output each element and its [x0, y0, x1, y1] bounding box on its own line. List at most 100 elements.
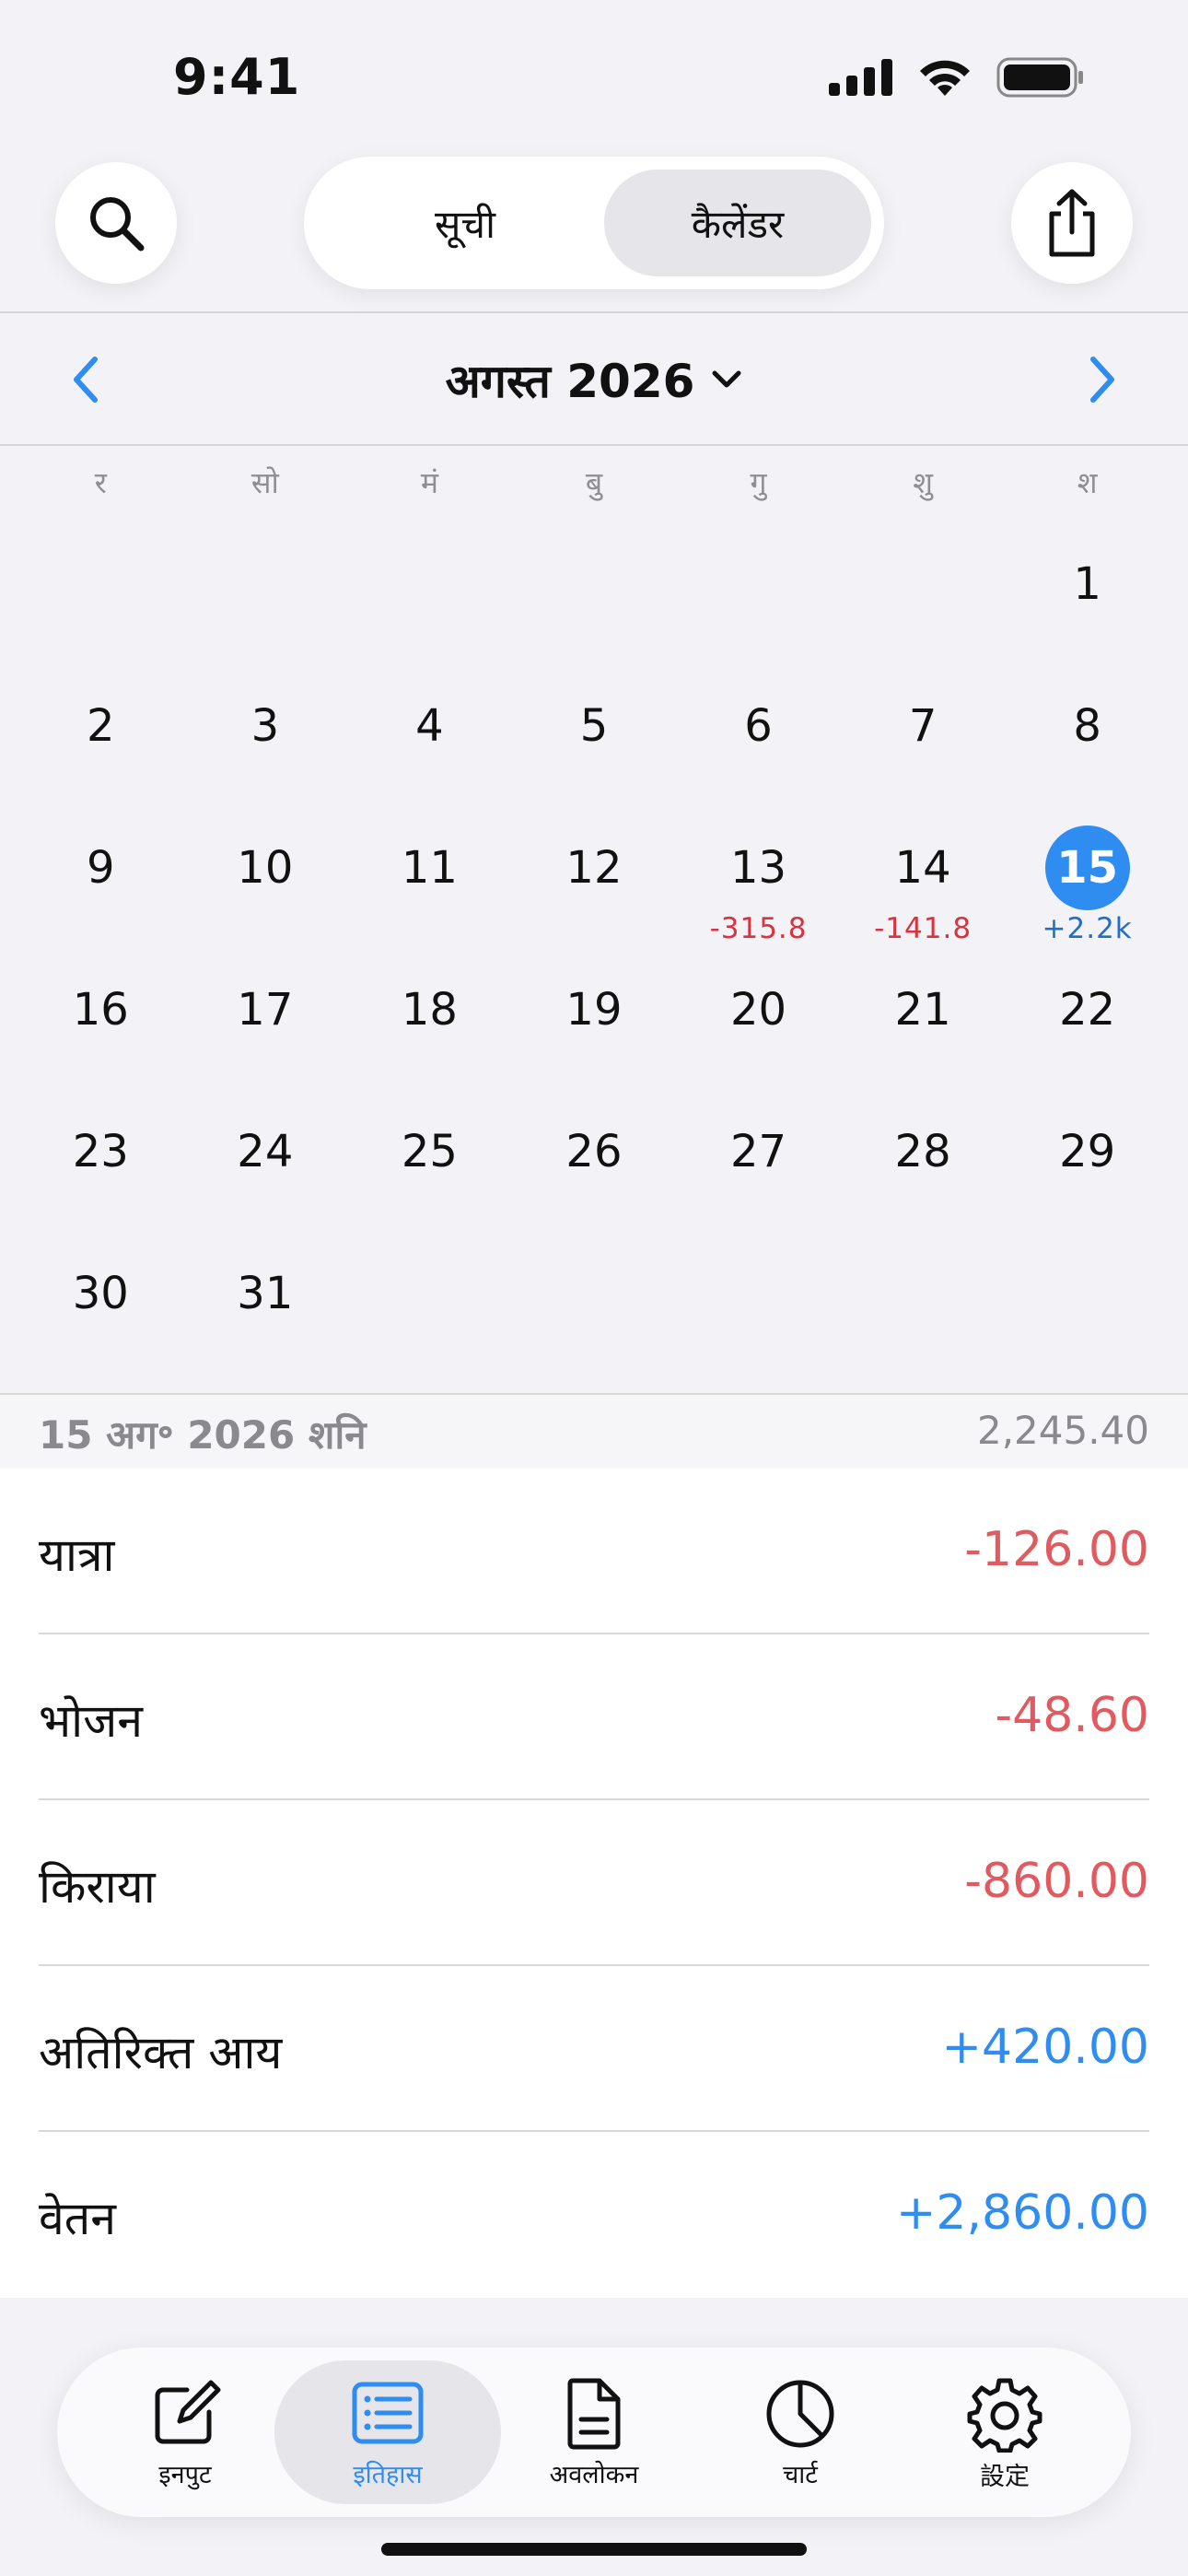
day-number: 24 — [237, 1126, 294, 1177]
month-picker[interactable]: अगस्त 2026 — [0, 348, 1188, 411]
day-number: 25 — [401, 1126, 458, 1177]
calendar-week-row: 23 24 25 26 27 28 29 — [18, 1083, 1170, 1225]
calendar-day-cell[interactable]: 16 — [18, 942, 183, 1083]
day-number: 16 — [72, 984, 129, 1036]
calendar-day-cell[interactable]: 21 — [841, 942, 1006, 1083]
calendar-day-cell[interactable]: 26 — [512, 1083, 677, 1225]
calendar-week-row: 16 17 18 19 20 21 22 — [18, 942, 1170, 1083]
search-icon — [90, 197, 145, 252]
tab-label: इतिहास — [353, 2461, 423, 2489]
calendar-empty-cell — [347, 1225, 512, 1367]
day-number: 5 — [579, 700, 609, 752]
calendar-empty-cell — [676, 516, 841, 658]
calendar-day-cell[interactable]: 11 — [347, 800, 512, 942]
tab-bar: इनपुट इतिहास अवलोकन चार्ट 設定 — [57, 2348, 1131, 2517]
next-month-button[interactable] — [1076, 352, 1131, 407]
transaction-row[interactable]: अतिरिक्त आय +420.00 — [39, 1966, 1149, 2132]
calendar-day-cell[interactable]: 29 — [1005, 1083, 1170, 1225]
calendar-day-cell[interactable]: 31 — [183, 1225, 348, 1367]
calendar-empty-cell — [18, 516, 183, 658]
calendar-day-cell[interactable]: 23 — [18, 1083, 183, 1225]
calendar-day-cell[interactable]: 30 — [18, 1225, 183, 1367]
day-number: 11 — [401, 842, 458, 894]
day-number: 23 — [72, 1126, 129, 1177]
pie-chart-icon — [766, 2380, 834, 2448]
segment-calendar[interactable]: कैलेंडर — [604, 170, 871, 276]
calendar-week-row: 2 3 4 5 6 7 8 — [18, 658, 1170, 800]
weekday-label: मं — [420, 465, 438, 500]
weekday-label: बु — [585, 465, 603, 500]
tab-input[interactable]: इनपुट — [79, 2348, 291, 2517]
calendar-day-cell[interactable]: 27 — [676, 1083, 841, 1225]
month-title: अगस्त 2026 — [445, 355, 695, 408]
weekday-label: सो — [250, 465, 279, 500]
tab-overview[interactable]: अवलोकन — [488, 2348, 700, 2517]
weekday-label: शु — [913, 465, 933, 500]
view-segmented-control: सूची कैलेंडर — [304, 157, 884, 289]
calendar-empty-cell — [841, 516, 1006, 658]
gear-icon — [967, 2378, 1042, 2453]
transaction-amount: +420.00 — [941, 2020, 1149, 2075]
share-icon — [1049, 189, 1095, 257]
day-total: 2,245.40 — [976, 1408, 1149, 1453]
share-button[interactable] — [1011, 162, 1133, 284]
calendar-day-cell[interactable]: 14 -141.8 — [841, 800, 1006, 945]
calendar-day-cell[interactable]: 10 — [183, 800, 348, 942]
calendar-day-cell[interactable]: 9 — [18, 800, 183, 942]
status-bar: 9:41 — [0, 0, 1188, 147]
calendar-day-cell[interactable]: 18 — [347, 942, 512, 1083]
calendar-empty-cell — [512, 516, 677, 658]
calendar-day-cell[interactable]: 12 — [512, 800, 677, 942]
tab-label: अवलोकन — [549, 2461, 639, 2489]
day-number: 31 — [237, 1268, 294, 1319]
wifi-icon — [920, 60, 970, 96]
day-number: 14 — [894, 842, 951, 894]
day-number: 12 — [565, 842, 623, 894]
month-navigator: अगस्त 2026 — [0, 315, 1188, 444]
tab-label: इनपुट — [158, 2461, 212, 2489]
transaction-row[interactable]: किराया -860.00 — [39, 1800, 1149, 1966]
day-net-amount: +2.2k — [1042, 912, 1133, 945]
calendar-day-cell[interactable]: 1 — [1005, 516, 1170, 658]
calendar-day-cell[interactable]: 8 — [1005, 658, 1170, 800]
calendar-day-cell[interactable]: 5 — [512, 658, 677, 800]
tab-chart[interactable]: चार्ट — [694, 2348, 906, 2517]
day-number: 2 — [87, 700, 115, 752]
day-number: 8 — [1073, 700, 1101, 752]
home-indicator[interactable] — [381, 2543, 807, 2556]
calendar-day-cell[interactable]: 7 — [841, 658, 1006, 800]
calendar-day-cell[interactable]: 15 +2.2k — [1005, 800, 1170, 945]
calendar-day-cell[interactable]: 25 — [347, 1083, 512, 1225]
battery-icon — [996, 57, 1083, 98]
calendar-week-row: 1 — [18, 516, 1170, 658]
day-number: 20 — [729, 984, 787, 1036]
calendar-day-cell[interactable]: 22 — [1005, 942, 1170, 1083]
day-net-amount: -315.8 — [709, 912, 808, 945]
calendar-day-cell[interactable]: 24 — [183, 1083, 348, 1225]
calendar-day-cell[interactable]: 13 -315.8 — [676, 800, 841, 945]
calendar-day-cell[interactable]: 20 — [676, 942, 841, 1083]
calendar-day-cell[interactable]: 4 — [347, 658, 512, 800]
calendar-day-cell[interactable]: 17 — [183, 942, 348, 1083]
tab-settings[interactable]: 設定 — [899, 2348, 1111, 2517]
transaction-row[interactable]: भोजन -48.60 — [39, 1634, 1149, 1800]
segment-list[interactable]: सूची — [332, 170, 599, 276]
calendar-day-cell[interactable]: 6 — [676, 658, 841, 800]
day-number: 6 — [744, 700, 773, 752]
cellular-signal-icon — [829, 59, 892, 96]
calendar-day-cell[interactable]: 2 — [18, 658, 183, 800]
document-icon — [567, 2378, 621, 2450]
calendar-week-row: 30 31 — [18, 1225, 1170, 1367]
transaction-category: वेतन — [39, 2192, 117, 2245]
day-number: 15 — [1044, 825, 1130, 910]
tab-history[interactable]: इतिहास — [274, 2348, 501, 2517]
calendar-day-cell[interactable]: 3 — [183, 658, 348, 800]
calendar-empty-cell — [1005, 1225, 1170, 1367]
search-button[interactable] — [55, 162, 177, 284]
chevron-down-icon — [712, 370, 741, 388]
calendar-day-cell[interactable]: 19 — [512, 942, 677, 1083]
header-divider — [0, 311, 1188, 313]
transaction-row[interactable]: वेतन +2,860.00 — [39, 2132, 1149, 2298]
transaction-row[interactable]: यात्रा -126.00 — [39, 1469, 1149, 1634]
calendar-day-cell[interactable]: 28 — [841, 1083, 1006, 1225]
